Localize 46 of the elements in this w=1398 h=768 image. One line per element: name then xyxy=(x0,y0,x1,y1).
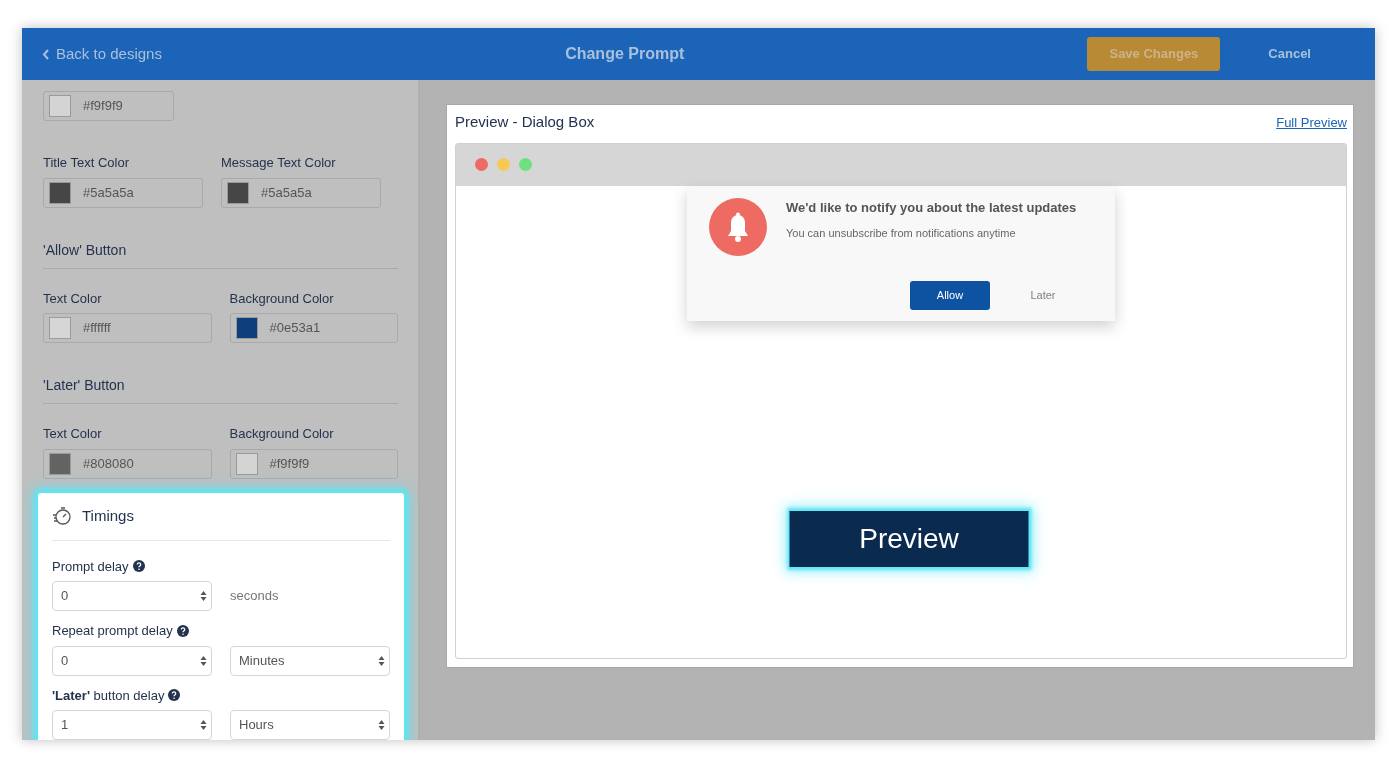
color-field[interactable]: #f9f9f9 xyxy=(43,91,174,121)
field-label: Background Color xyxy=(229,289,335,308)
unit-select[interactable]: Hours xyxy=(230,710,390,740)
field-label: Prompt delay xyxy=(52,557,129,576)
chevron-left-icon xyxy=(42,48,50,60)
help-icon xyxy=(176,624,189,637)
number-input[interactable]: 0 xyxy=(52,645,212,676)
page-title: Change Prompt xyxy=(565,44,685,64)
color-field[interactable]: #808080 xyxy=(43,448,212,479)
stopwatch-icon xyxy=(52,506,72,527)
stepper-arrows-icon xyxy=(378,654,385,667)
field-label: Text Color xyxy=(43,425,103,443)
later-button[interactable]: Later xyxy=(1003,280,1083,310)
stepper-arrows-icon xyxy=(378,719,385,731)
section-heading: 'Allow' Button xyxy=(43,239,398,269)
unit-select[interactable]: Minutes xyxy=(230,645,390,676)
color-field[interactable]: #5a5a5a xyxy=(43,177,203,208)
unit-label: seconds xyxy=(230,587,279,606)
stepper-arrows-icon xyxy=(200,654,207,667)
timings-title: Timings xyxy=(82,506,134,526)
color-field[interactable]: #5a5a5a xyxy=(221,177,381,208)
dialog-message: You can unsubscribe from notifications anytime xyxy=(786,226,1017,241)
field-label: Message Text Color xyxy=(221,154,337,172)
help-icon xyxy=(132,560,145,573)
number-input[interactable]: 0 xyxy=(52,581,212,611)
allow-button[interactable]: Allow xyxy=(910,280,990,310)
stepper-arrows-icon xyxy=(200,590,207,602)
bell-icon xyxy=(709,197,767,256)
preview-label: Preview xyxy=(789,510,1029,567)
color-field[interactable]: #ffffff xyxy=(43,313,212,343)
field-label: Repeat prompt delay xyxy=(52,622,173,640)
field-label: 'Later' button delay xyxy=(52,686,165,705)
help-icon xyxy=(168,689,181,702)
full-preview-link[interactable]: Full Preview xyxy=(1276,112,1347,132)
field-label: Text Color xyxy=(43,289,103,308)
field-label: Background Color xyxy=(229,425,335,443)
cancel-button[interactable]: Cancel xyxy=(1244,37,1335,71)
field-label: Title Text Color xyxy=(43,154,130,172)
color-field[interactable]: #0e53a1 xyxy=(229,313,398,343)
color-field[interactable]: #f9f9f9 xyxy=(229,448,398,479)
stepper-arrows-icon xyxy=(200,719,207,731)
number-input[interactable]: 1 xyxy=(52,710,212,740)
preview-title: Preview - Dialog Box xyxy=(455,112,595,132)
section-heading: 'Later' Button xyxy=(43,375,398,404)
back-link[interactable]: Back to designs xyxy=(42,42,162,66)
dialog-title: We'd like to notify you about the latest updates xyxy=(786,198,1077,217)
